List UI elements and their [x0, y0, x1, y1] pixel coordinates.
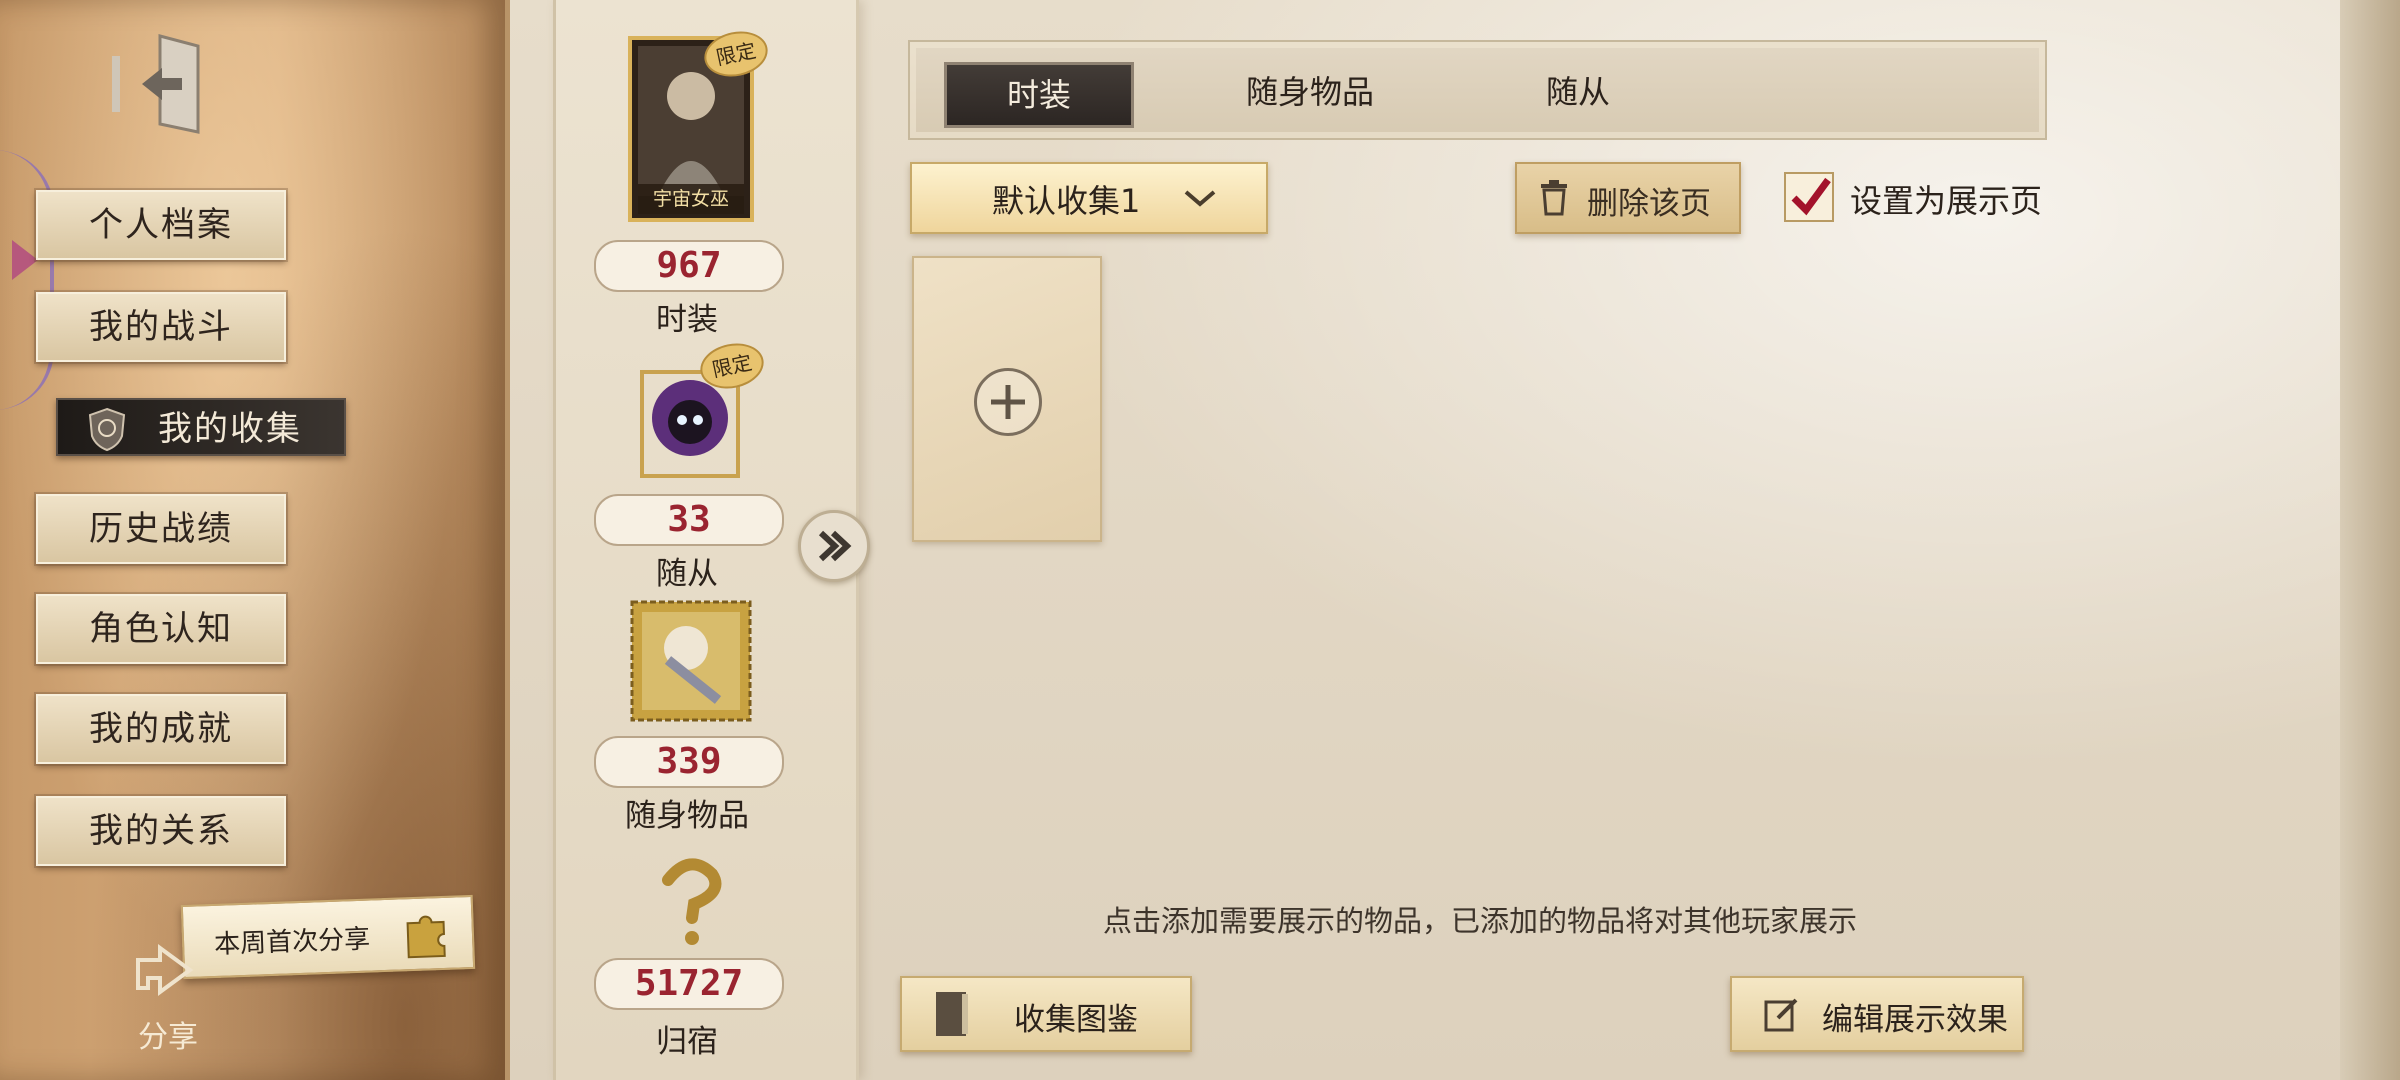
add-item-slot[interactable] [912, 256, 1102, 542]
sidebar-item-character[interactable]: 角色认知 [34, 592, 288, 666]
delete-page-button[interactable]: 删除该页 [1515, 162, 1741, 234]
share-banner-text: 本周首次分享 [213, 924, 371, 960]
category-tabbar: 时装 随身物品 随从 [908, 40, 2047, 140]
sidebar-item-battle[interactable]: 我的战斗 [34, 290, 288, 364]
accessory-image[interactable] [628, 600, 754, 722]
fashion-card-name: 宇宙女巫 [638, 184, 744, 214]
share-bonus-banner[interactable]: 本周首次分享 [180, 894, 476, 980]
sidebar-item-history[interactable]: 历史战绩 [34, 492, 288, 566]
edit-display-button[interactable]: 编辑展示效果 [1730, 976, 2024, 1052]
share-label[interactable]: 分享 [138, 1012, 198, 1056]
shield-icon [88, 407, 126, 452]
display-page-label[interactable]: 设置为展示页 [1850, 176, 2042, 222]
follower-label: 随从 [656, 556, 718, 592]
home-label: 归宿 [656, 1024, 718, 1060]
fashion-count: 967 [594, 240, 784, 292]
accessory-label: 随身物品 [625, 798, 749, 834]
sidebar-item-collection[interactable]: 我的收集 [56, 398, 346, 456]
hint-text: 点击添加需要展示的物品，已添加的物品将对其他玩家展示 [1102, 904, 1857, 938]
share-icon[interactable] [130, 938, 200, 998]
dropdown-selected: 默认收集1 [992, 182, 1141, 220]
exit-icon[interactable] [102, 28, 214, 140]
follower-count: 33 [594, 494, 784, 546]
edit-icon [1764, 998, 1798, 1032]
tab-accessory[interactable]: 随身物品 [1210, 62, 1410, 122]
home-count: 51727 [594, 958, 784, 1010]
side-decoration-line [0, 150, 54, 410]
side-pointer-icon [12, 240, 38, 280]
fashion-label: 时装 [656, 302, 718, 338]
book-icon [936, 992, 968, 1036]
edit-display-label: 编辑展示效果 [1822, 1002, 2008, 1038]
display-page-checkbox[interactable] [1784, 172, 1834, 222]
delete-page-label: 删除该页 [1587, 186, 1711, 222]
collection-page-dropdown[interactable]: 默认收集1 [910, 162, 1268, 234]
tab-fashion[interactable]: 时装 [944, 62, 1134, 128]
accessory-count: 339 [594, 736, 784, 788]
sidebar-item-achievement[interactable]: 我的成就 [34, 692, 288, 766]
chevron-down-icon [1184, 190, 1216, 207]
plus-icon [974, 368, 1042, 436]
collection-catalog-button[interactable]: 收集图鉴 [900, 976, 1192, 1052]
trash-icon [1541, 180, 1567, 216]
sidebar-item-relations[interactable]: 我的关系 [34, 794, 288, 868]
sidebar-item-label: 我的收集 [158, 409, 302, 449]
collection-catalog-label: 收集图鉴 [1014, 1002, 1138, 1038]
sidebar-item-profile[interactable]: 个人档案 [34, 188, 288, 262]
expand-arrows-icon[interactable] [798, 510, 870, 582]
tab-follower[interactable]: 随从 [1508, 62, 1648, 122]
question-mark-icon[interactable] [628, 852, 754, 948]
puzzle-icon [406, 915, 446, 959]
paper-edge [2340, 0, 2400, 1080]
